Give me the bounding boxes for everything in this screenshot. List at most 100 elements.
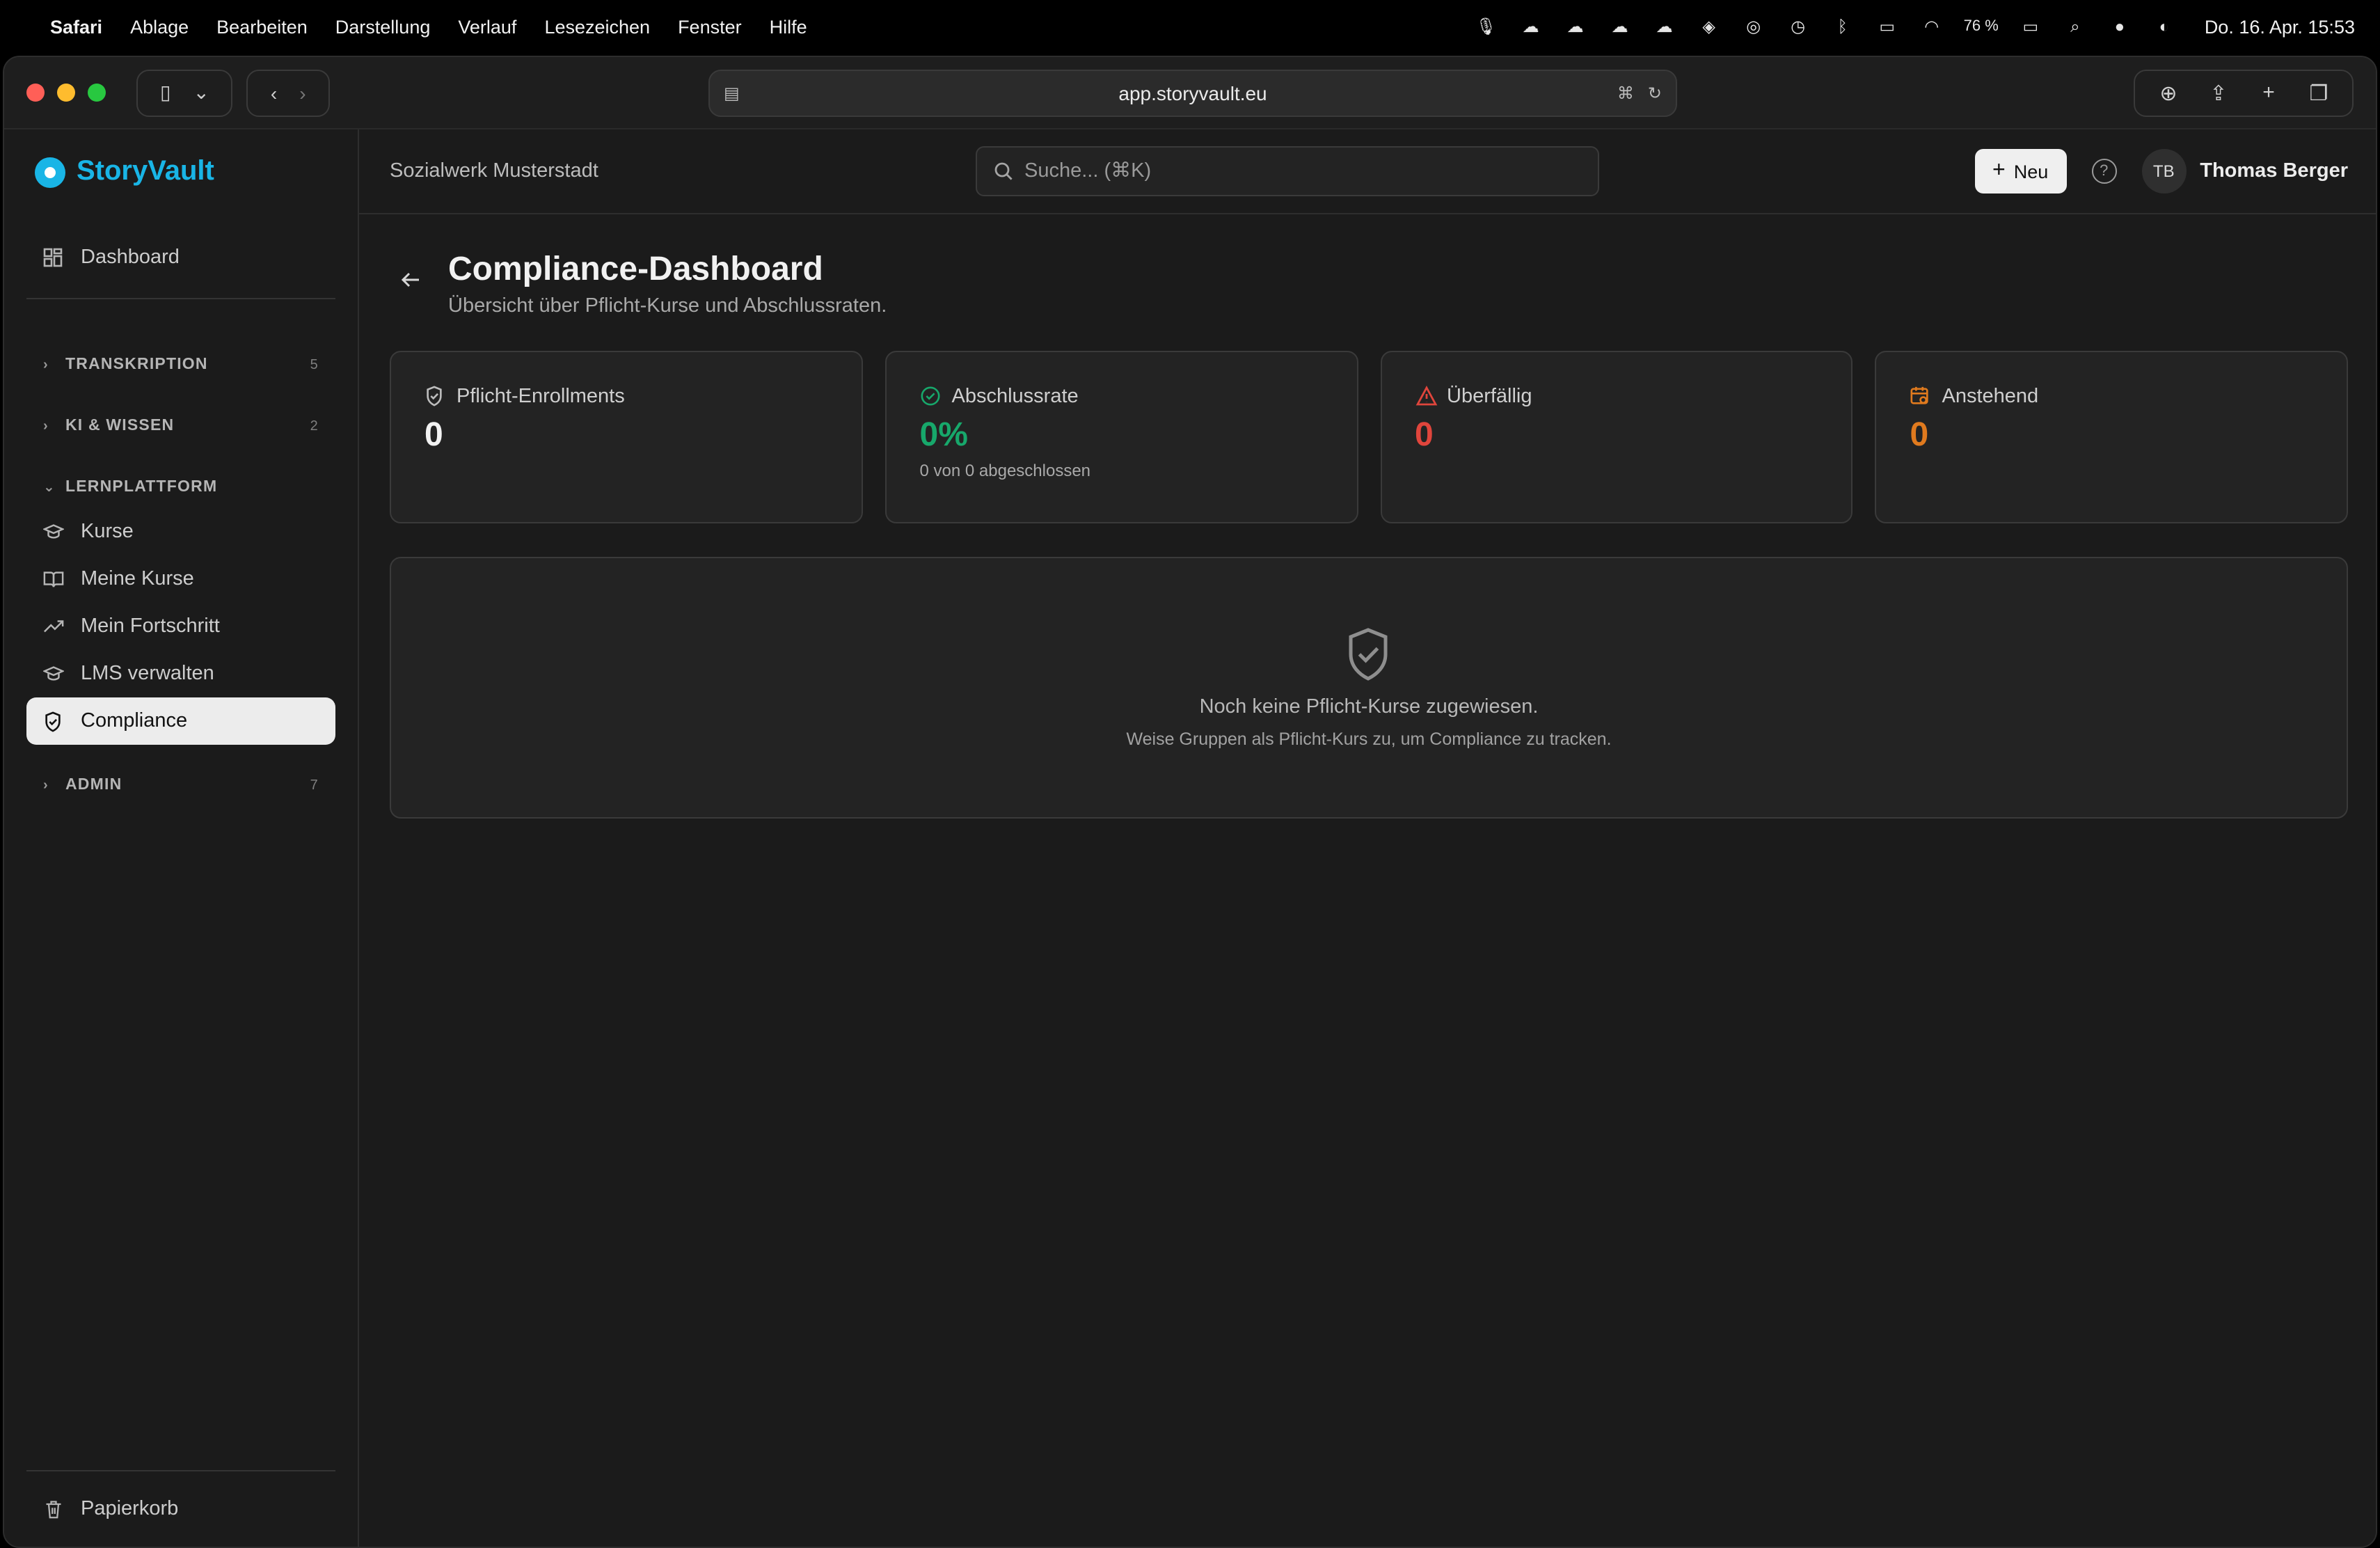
- back-arrow-icon[interactable]: [401, 266, 426, 295]
- help-icon[interactable]: ?: [2091, 159, 2117, 184]
- zoom-window-button[interactable]: [88, 84, 106, 102]
- menu-app-name[interactable]: Safari: [50, 16, 102, 37]
- dashboard-grid-icon: [42, 246, 64, 269]
- book-open-icon: [42, 568, 64, 590]
- new-tab-icon[interactable]: +: [2244, 81, 2294, 104]
- sidebar-item-label: Compliance: [81, 710, 188, 732]
- chevron-right-icon: ›: [43, 357, 49, 372]
- menu-darstellung[interactable]: Darstellung: [335, 16, 431, 37]
- url-text[interactable]: app.storyvault.eu: [1118, 82, 1267, 104]
- control-center-icon[interactable]: ◐: [2152, 17, 2177, 36]
- search-placeholder: Suche... (⌘K): [1024, 160, 1152, 182]
- section-ki-wissen[interactable]: › KI & WISSEN 2: [26, 405, 335, 447]
- sidebar-item-label: Meine Kurse: [81, 568, 194, 590]
- forward-icon[interactable]: ›: [288, 81, 317, 104]
- sidebar-item-label: LMS verwalten: [81, 663, 214, 685]
- search-icon: [994, 162, 1013, 180]
- section-admin[interactable]: › ADMIN 7: [26, 764, 335, 806]
- menu-verlauf[interactable]: Verlauf: [458, 16, 516, 37]
- browser-toolbar: ▯ ⌄ ‹ › ▤ app.storyvault.eu ⌘ ↻ ⊕ ⇪ + ❐: [4, 57, 2376, 129]
- sidebar-toggle-icon[interactable]: ▯: [149, 81, 182, 104]
- drive-icon[interactable]: ◎: [1741, 17, 1766, 36]
- chevron-right-icon: ›: [43, 777, 49, 793]
- window-controls: [26, 84, 106, 102]
- time-machine-icon[interactable]: ◷: [1786, 17, 1811, 36]
- stat-cards: Pflicht-Enrollments 0 Abschlussrate 0% 0…: [390, 351, 2348, 523]
- cloud-icon[interactable]: ☁: [1518, 17, 1544, 36]
- cloud-alert-icon[interactable]: ☁: [1652, 17, 1677, 36]
- sidebar-item-dashboard[interactable]: Dashboard: [26, 234, 335, 281]
- menubar-clock[interactable]: Do. 16. Apr. 15:53: [2205, 16, 2355, 37]
- sidebar-item-label: Dashboard: [81, 246, 180, 269]
- section-count: 2: [310, 418, 319, 434]
- main-area: Sozialwerk Musterstadt Suche... (⌘K) + N…: [359, 129, 2376, 1547]
- chevron-down-icon[interactable]: ⌄: [182, 81, 220, 104]
- graduation-cap-icon: [42, 521, 64, 543]
- stat-card-ueberfaellig: Überfällig 0: [1380, 351, 1853, 523]
- cloud-upload-icon[interactable]: ☁: [1608, 17, 1633, 36]
- close-window-button[interactable]: [26, 84, 45, 102]
- back-icon[interactable]: ‹: [260, 81, 288, 104]
- tab-overview-icon[interactable]: ❐: [2294, 80, 2344, 105]
- stat-card-pflicht-enrollments: Pflicht-Enrollments 0: [390, 351, 863, 523]
- empty-state-title: Noch keine Pflicht-Kurse zugewiesen.: [1199, 696, 1539, 718]
- sidebar-item-papierkorb[interactable]: Papierkorb: [26, 1485, 335, 1533]
- chevron-right-icon: ›: [43, 418, 49, 434]
- minimize-window-button[interactable]: [57, 84, 75, 102]
- shield-status-icon[interactable]: ◈: [1697, 17, 1722, 36]
- menu-bearbeiten[interactable]: Bearbeiten: [216, 16, 308, 37]
- downloads-icon[interactable]: ⊕: [2143, 80, 2193, 105]
- brand-logo[interactable]: StoryVault: [4, 129, 358, 214]
- sidebar-item-label: Mein Fortschritt: [81, 615, 220, 638]
- wifi-icon[interactable]: ◠: [1919, 17, 1944, 36]
- microphone-icon[interactable]: 🎙: [1474, 17, 1499, 36]
- address-bar[interactable]: ▤ app.storyvault.eu ⌘ ↻: [708, 70, 1677, 117]
- sidebar-item-kurse[interactable]: Kurse: [26, 508, 335, 555]
- chevron-down-icon: ⌄: [43, 480, 56, 495]
- sidebar-divider: [26, 298, 335, 299]
- stat-label: Pflicht-Enrollments: [457, 386, 625, 408]
- sidebar-item-mein-fortschritt[interactable]: Mein Fortschritt: [26, 603, 335, 650]
- translate-icon[interactable]: ⌘: [1617, 84, 1634, 103]
- calendar-clock-icon: [1910, 386, 1933, 408]
- stat-value: 0: [425, 416, 443, 454]
- menu-lesezeichen[interactable]: Lesezeichen: [544, 16, 650, 37]
- user-menu[interactable]: TB Thomas Berger: [2141, 149, 2348, 194]
- siri-icon[interactable]: ●: [2107, 17, 2132, 36]
- menubar-status-area: 🎙 ☁ ☁ ☁ ☁ ◈ ◎ ◷ ᛒ ▭ ◠ 76 % ▭ ⌕ ● ◐ Do. 1…: [1474, 16, 2355, 37]
- stat-label: Abschlussrate: [951, 386, 1079, 408]
- stat-card-abschlussrate: Abschlussrate 0% 0 von 0 abgeschlossen: [884, 351, 1358, 523]
- reload-icon[interactable]: ↻: [1648, 84, 1662, 103]
- new-button[interactable]: + Neu: [1974, 149, 2067, 194]
- display-icon[interactable]: ▭: [1875, 17, 1900, 36]
- section-count: 5: [310, 357, 319, 372]
- sidebar-item-meine-kurse[interactable]: Meine Kurse: [26, 555, 335, 603]
- menu-hilfe[interactable]: Hilfe: [770, 16, 807, 37]
- menu-fenster[interactable]: Fenster: [678, 16, 742, 37]
- page-settings-icon[interactable]: ▤: [724, 84, 740, 103]
- page-content: Compliance-Dashboard Übersicht über Pfli…: [359, 214, 2376, 855]
- alert-triangle-icon: [1415, 386, 1437, 408]
- battery-percent: 76 %: [1963, 18, 1999, 35]
- battery-icon[interactable]: ▭: [2018, 17, 2043, 36]
- bluetooth-icon[interactable]: ᛒ: [1830, 17, 1855, 36]
- section-transkription[interactable]: › TRANSKRIPTION 5: [26, 344, 335, 386]
- sidebar-item-compliance[interactable]: Compliance: [26, 697, 335, 745]
- shield-check-icon: [425, 386, 447, 408]
- storyvault-logo-icon: [35, 157, 65, 187]
- menu-ablage[interactable]: Ablage: [130, 16, 189, 37]
- browser-actions: ⊕ ⇪ + ❐: [2134, 69, 2354, 116]
- sidebar-footer: Papierkorb: [4, 1470, 358, 1547]
- spotlight-search-icon[interactable]: ⌕: [2063, 16, 2088, 36]
- section-label: KI & WISSEN: [65, 418, 175, 434]
- sidebar-item-lms-verwalten[interactable]: LMS verwalten: [26, 650, 335, 697]
- trending-up-icon: [42, 615, 64, 638]
- stat-value: 0%: [919, 416, 968, 454]
- share-icon[interactable]: ⇪: [2193, 80, 2244, 105]
- cloud-sync-icon[interactable]: ☁: [1563, 17, 1588, 36]
- section-lernplattform[interactable]: ⌄ LERNPLATTFORM: [26, 466, 335, 508]
- organization-name[interactable]: Sozialwerk Musterstadt: [390, 160, 598, 182]
- brand-name: StoryVault: [77, 156, 214, 187]
- search-input[interactable]: Suche... (⌘K): [976, 146, 1599, 196]
- section-label: LERNPLATTFORM: [65, 479, 218, 496]
